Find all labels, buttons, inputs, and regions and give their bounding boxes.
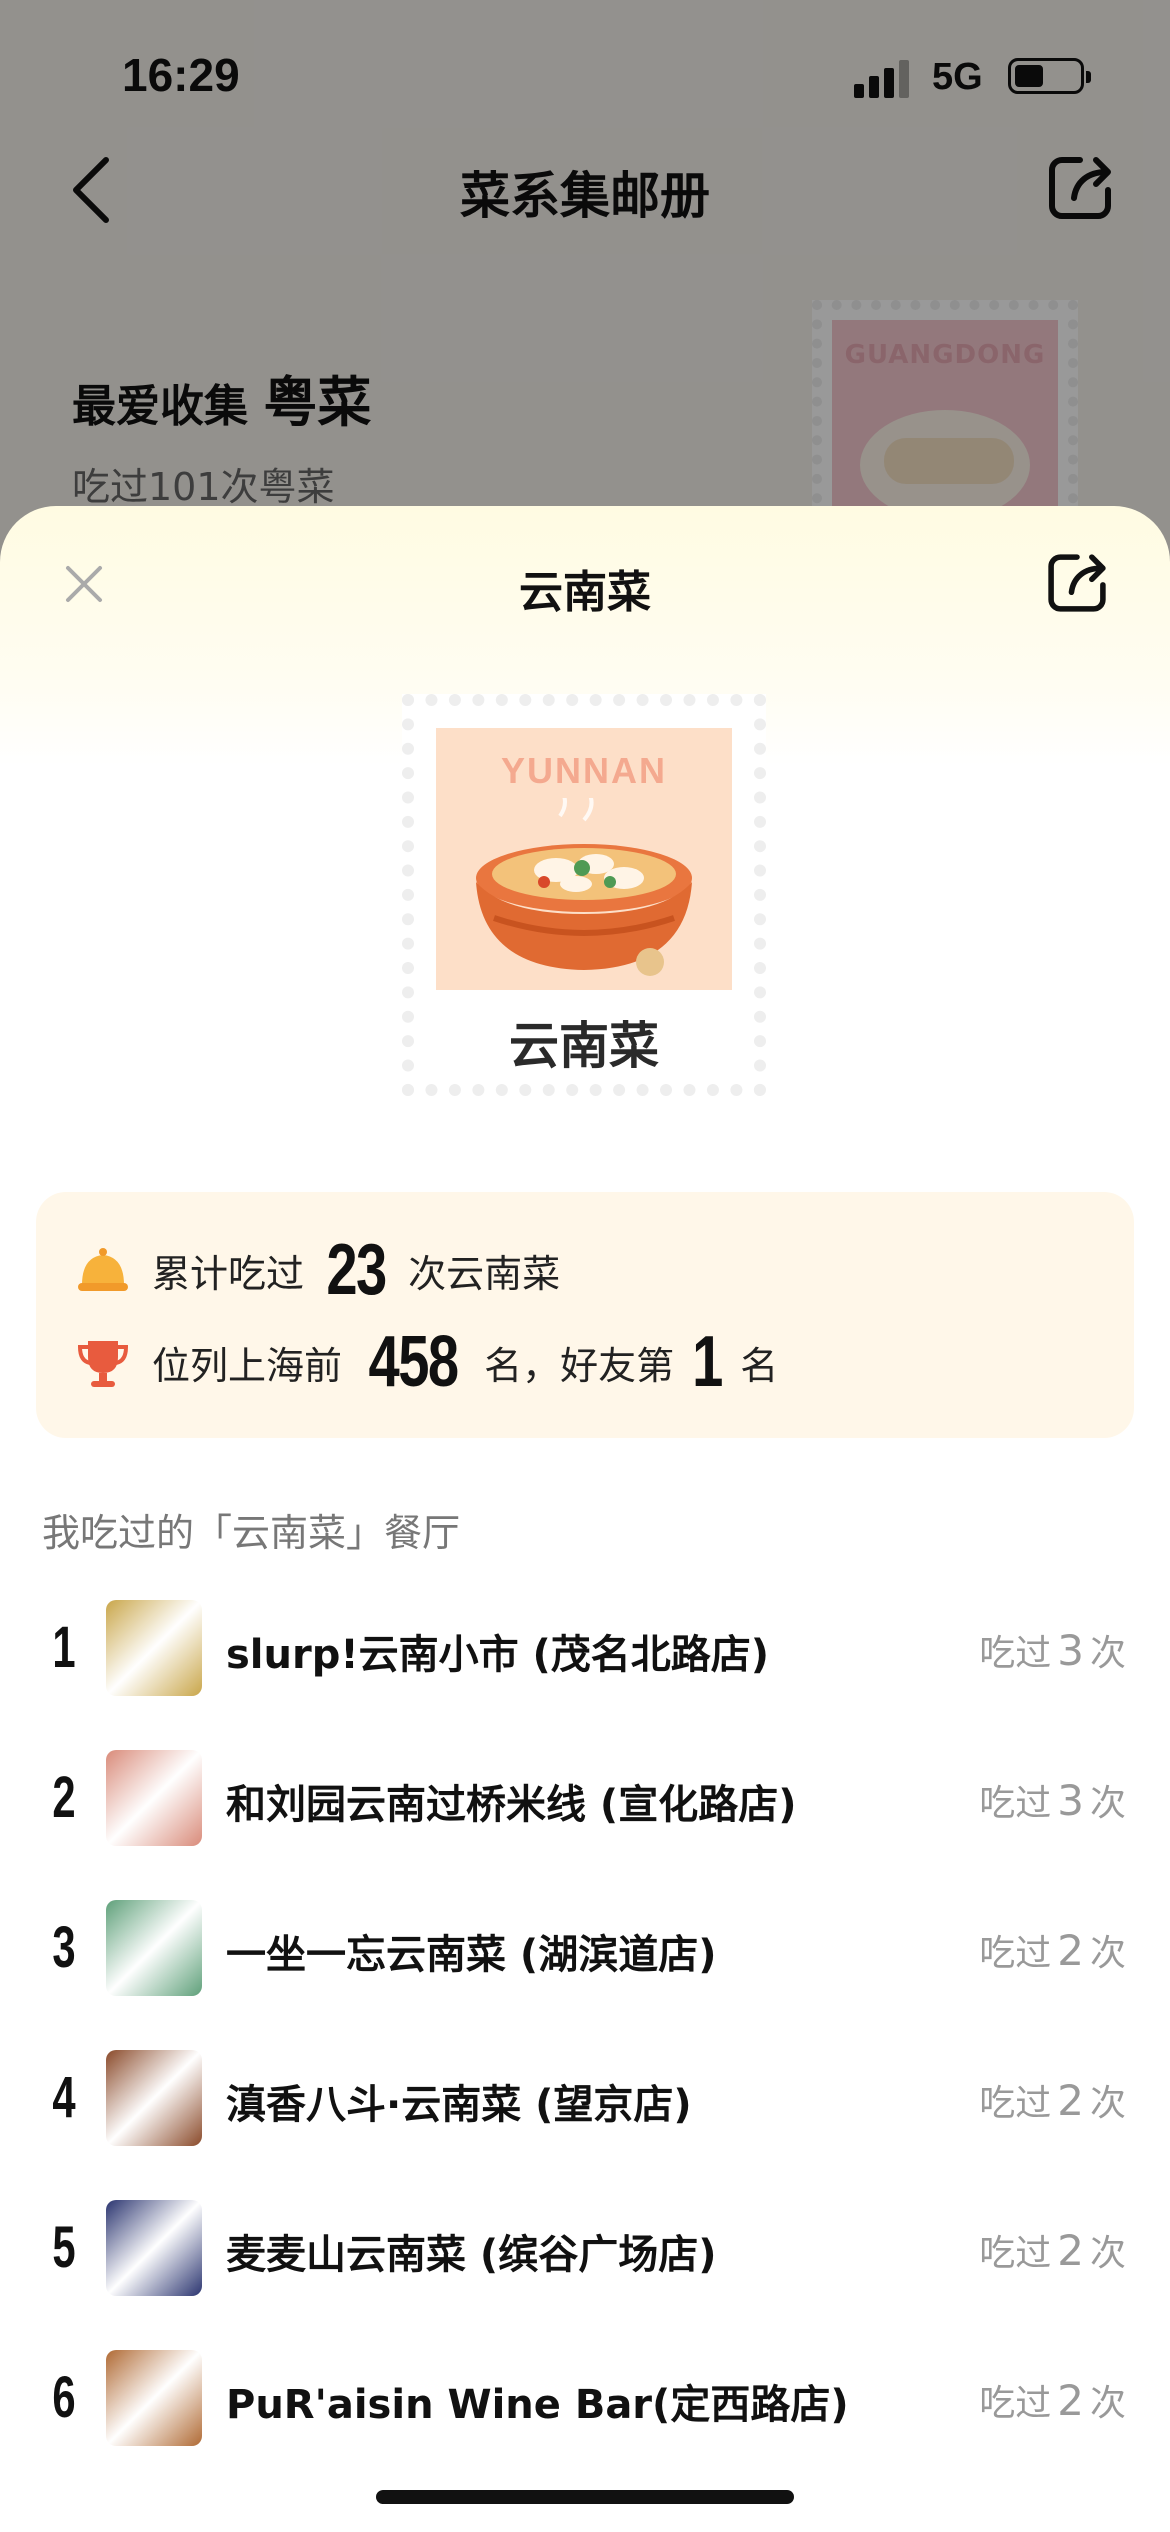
visit-count: 吃过 2 次 bbox=[979, 2074, 1126, 2126]
visit-suffix: 次 bbox=[1089, 1933, 1126, 1974]
stats-card: 累计吃过 23 次云南菜 位列上海前 458 名，好友第 1 名 bbox=[36, 1192, 1134, 1438]
visit-number: 2 bbox=[1057, 1926, 1084, 1975]
restaurant-thumbnail bbox=[106, 1750, 202, 1846]
total-visits-prefix: 累计吃过 bbox=[152, 1251, 305, 1296]
visit-suffix: 次 bbox=[1089, 2083, 1126, 2124]
clay-pot-soup-icon bbox=[476, 798, 692, 976]
cuisine-detail-sheet: 云南菜 YUNNAN 云南菜 累计吃过 23 次云南菜 位列上海前 458 名，… bbox=[0, 506, 1170, 2532]
home-indicator[interactable] bbox=[376, 2490, 794, 2504]
restaurant-name: 和刘园云南过桥米线 (宣化路店) bbox=[226, 1782, 797, 1828]
city-rank: 458 bbox=[368, 1322, 460, 1402]
visit-suffix: 次 bbox=[1089, 2383, 1126, 2424]
ranking-row: 位列上海前 458 名，好友第 1 名 bbox=[74, 1322, 778, 1402]
visit-count: 吃过 2 次 bbox=[979, 2224, 1126, 2276]
restaurant-row[interactable]: 2 和刘园云南过桥米线 (宣化路店) 吃过 3 次 bbox=[0, 1724, 1170, 1874]
visit-count: 吃过 3 次 bbox=[979, 1774, 1126, 1826]
total-visits-row: 累计吃过 23 次云南菜 bbox=[74, 1230, 560, 1310]
bell-icon bbox=[78, 1248, 128, 1291]
restaurant-thumbnail bbox=[106, 2350, 202, 2446]
visit-suffix: 次 bbox=[1089, 1783, 1126, 1824]
visit-number: 3 bbox=[1057, 1776, 1084, 1825]
restaurant-rank: 5 bbox=[52, 2215, 76, 2280]
ranking-suffix: 名 bbox=[740, 1343, 779, 1388]
visit-prefix: 吃过 bbox=[979, 1633, 1052, 1674]
ranking-mid: 名，好友第 bbox=[484, 1343, 675, 1388]
yunnan-stamp: YUNNAN 云南菜 bbox=[402, 694, 766, 1096]
restaurants-section-label: 我吃过的「云南菜」餐厅 bbox=[42, 1511, 461, 1555]
restaurant-list: 1 slurp!云南小市 (茂名北路店) 吃过 3 次 2 和刘园云南过桥米线 (宣… bbox=[0, 1574, 1170, 2474]
share-icon bbox=[1048, 554, 1106, 612]
visit-number: 2 bbox=[1057, 2226, 1084, 2275]
restaurant-name: PuR'aisin Wine Bar(定西路店) bbox=[226, 2382, 849, 2428]
restaurant-rank: 3 bbox=[52, 1915, 76, 1980]
ranking-prefix: 位列上海前 bbox=[152, 1343, 343, 1388]
trophy-icon bbox=[77, 1341, 129, 1387]
total-visits-suffix: 次云南菜 bbox=[408, 1251, 561, 1296]
visit-count: 吃过 3 次 bbox=[979, 1624, 1126, 1676]
visit-prefix: 吃过 bbox=[979, 2383, 1052, 2424]
restaurant-rank: 1 bbox=[52, 1615, 76, 1680]
restaurant-rank: 6 bbox=[52, 2365, 76, 2430]
total-visits-count: 23 bbox=[326, 1230, 387, 1310]
visit-suffix: 次 bbox=[1089, 1633, 1126, 1674]
restaurant-name: slurp!云南小市 (茂名北路店) bbox=[226, 1632, 770, 1678]
stamp-name: 云南菜 bbox=[509, 1017, 659, 1075]
restaurant-thumbnail bbox=[106, 1600, 202, 1696]
sheet-title: 云南菜 bbox=[519, 567, 651, 618]
restaurant-name: 滇香八斗·云南菜 (望京店) bbox=[226, 2082, 692, 2128]
sheet-header: 云南菜 bbox=[0, 546, 1170, 626]
visit-count: 吃过 2 次 bbox=[979, 2374, 1126, 2426]
stamp-caption: YUNNAN bbox=[500, 750, 667, 791]
restaurant-rank: 2 bbox=[52, 1765, 76, 1830]
stamp-illustration: YUNNAN bbox=[436, 728, 732, 990]
restaurant-name: 一坐一忘云南菜 (湖滨道店) bbox=[226, 1932, 717, 1978]
restaurant-row[interactable]: 1 slurp!云南小市 (茂名北路店) 吃过 3 次 bbox=[0, 1574, 1170, 1724]
visit-prefix: 吃过 bbox=[979, 2233, 1052, 2274]
restaurant-row[interactable]: 4 滇香八斗·云南菜 (望京店) 吃过 2 次 bbox=[0, 2024, 1170, 2174]
friend-rank: 1 bbox=[692, 1322, 723, 1402]
restaurant-thumbnail bbox=[106, 2200, 202, 2296]
visit-prefix: 吃过 bbox=[979, 1933, 1052, 1974]
restaurant-thumbnail bbox=[106, 1900, 202, 1996]
restaurant-row[interactable]: 5 麦麦山云南菜 (缤谷广场店) 吃过 2 次 bbox=[0, 2174, 1170, 2324]
restaurant-rank: 4 bbox=[52, 2065, 76, 2130]
visit-suffix: 次 bbox=[1089, 2233, 1126, 2274]
visit-number: 3 bbox=[1057, 1626, 1084, 1675]
restaurant-row[interactable]: 3 一坐一忘云南菜 (湖滨道店) 吃过 2 次 bbox=[0, 1874, 1170, 2024]
visit-number: 2 bbox=[1057, 2076, 1084, 2125]
visit-count: 吃过 2 次 bbox=[979, 1924, 1126, 1976]
restaurant-row[interactable]: 6 PuR'aisin Wine Bar(定西路店) 吃过 2 次 bbox=[0, 2324, 1170, 2474]
visit-prefix: 吃过 bbox=[979, 1783, 1052, 1824]
restaurant-thumbnail bbox=[106, 2050, 202, 2146]
visit-prefix: 吃过 bbox=[979, 2083, 1052, 2124]
sheet-share-button[interactable] bbox=[1040, 546, 1114, 620]
visit-number: 2 bbox=[1057, 2376, 1084, 2425]
restaurant-name: 麦麦山云南菜 (缤谷广场店) bbox=[226, 2232, 717, 2278]
